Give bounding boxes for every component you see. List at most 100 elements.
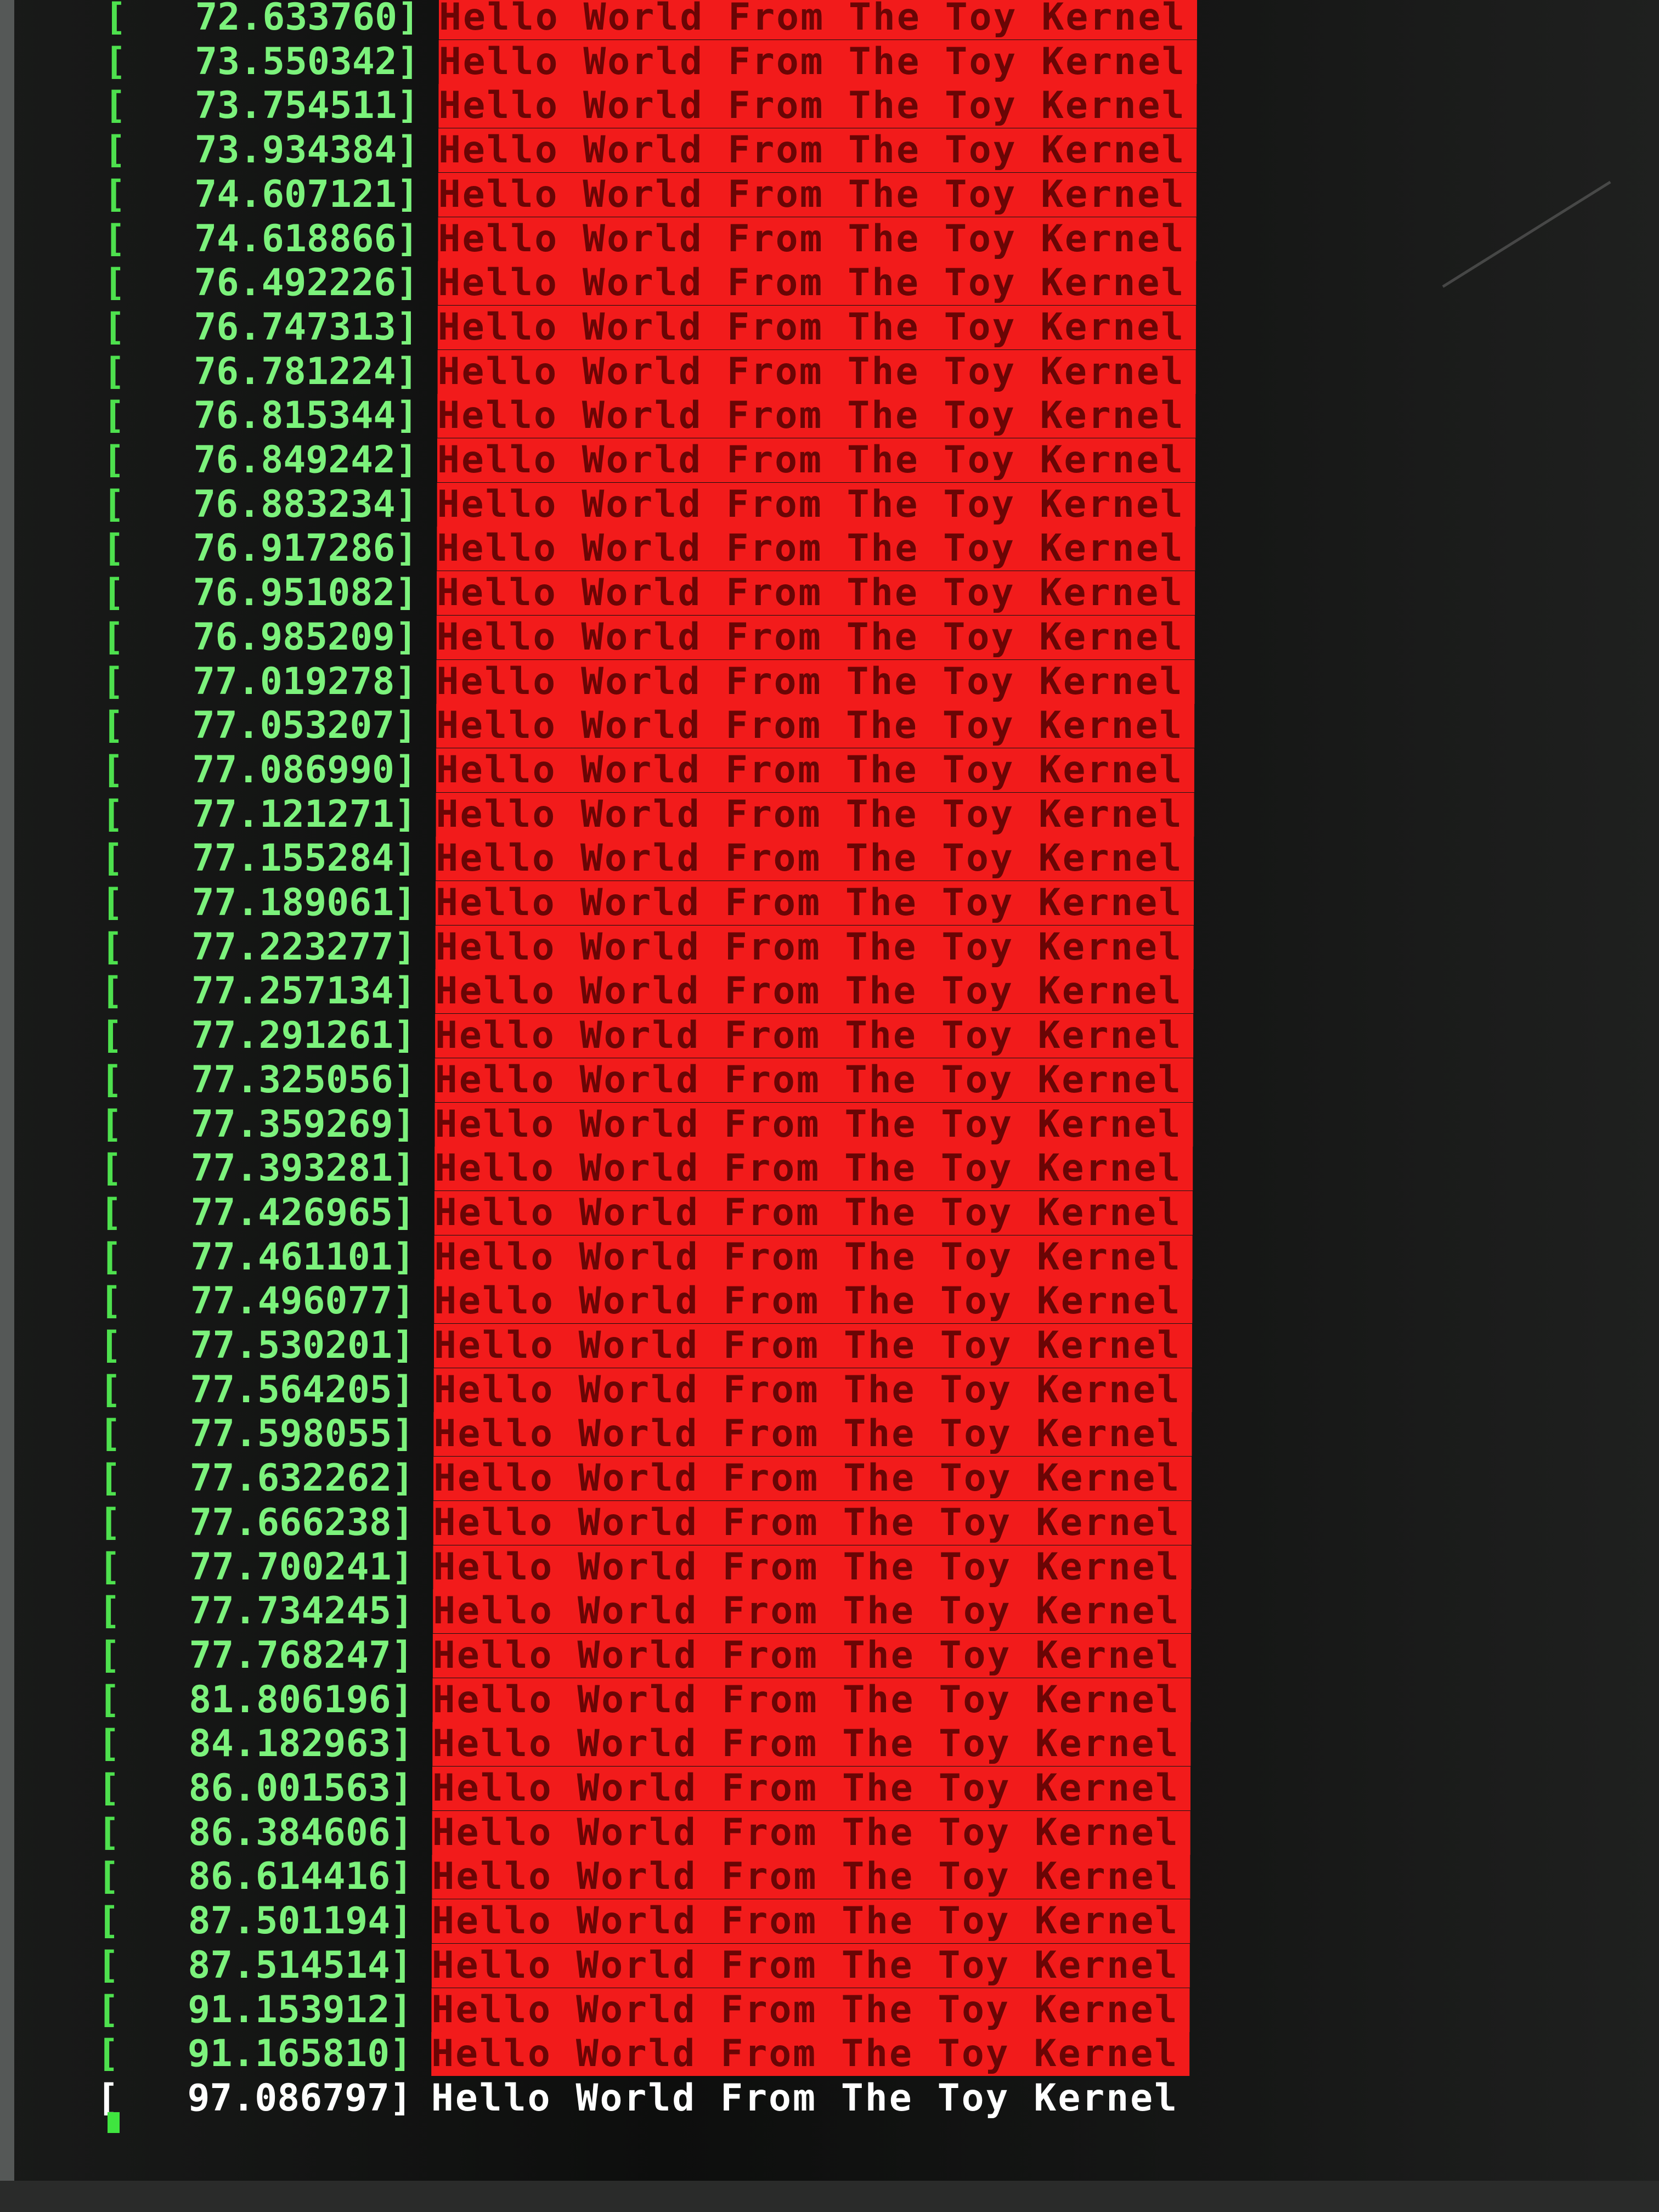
log-bracket: [ [100,969,123,1013]
log-line: [86.614416] Hello World From The Toy Kern… [0,1855,1200,1899]
log-bracket: [ [103,349,126,393]
log-bracket: [ [101,881,123,924]
log-bracket: [ [98,1767,120,1810]
log-message: Hello World From The Toy Kernel [432,1855,1190,1899]
log-line: [77.768247] Hello World From The Toy Kern… [0,1633,1201,1678]
log-bracket: [ [101,748,124,792]
log-timestamp: 77.768247] [189,1633,414,1677]
log-line: [86.001563] Hello World From The Toy Kern… [0,1767,1200,1810]
log-timestamp: 77.257134] [191,969,416,1013]
log-timestamp: 77.461101] [190,1235,415,1279]
log-line: [87.501194] Hello World From The Toy Kern… [0,1899,1200,1944]
log-timestamp: 77.086990] [192,748,417,792]
log-timestamp: 74.607121] [194,172,419,216]
log-timestamp: 76.781224] [194,349,419,393]
log-timestamp: 77.734245] [189,1589,414,1633]
log-line: [77.393281] Hello World From The Toy Kern… [0,1147,1203,1191]
log-line: [77.086990] Hello World From The Toy Kern… [0,748,1204,792]
log-line: [91.165810] Hello World From The Toy Kern… [0,2032,1199,2076]
log-line: [91.153912] Hello World From The Toy Kern… [0,1988,1200,2032]
log-timestamp: 76.917286] [193,527,418,571]
log-message: Hello World From The Toy Kernel [434,1324,1193,1368]
log-message: Hello World From The Toy Kernel [435,1147,1193,1191]
log-line: [73.934384] Hello World From The Toy Kern… [0,128,1206,173]
log-bracket: [ [100,1058,123,1102]
log-line: [77.223277] Hello World From The Toy Kern… [0,925,1204,969]
log-timestamp: 77.666238] [189,1500,414,1544]
log-message: Hello World From The Toy Kernel [434,1279,1193,1324]
log-bracket: [ [104,40,127,83]
log-line: [77.530201] Hello World From The Toy Kern… [0,1324,1202,1368]
log-timestamp: 77.393281] [190,1147,416,1190]
log-message: Hello World From The Toy Kernel [437,305,1197,349]
log-message: Hello World From The Toy Kernel [438,128,1197,173]
log-bracket: [ [103,438,125,482]
log-line: [77.053207] Hello World From The Toy Kern… [0,704,1204,748]
log-line: [76.492226] Hello World From The Toy Kern… [0,261,1206,306]
log-bracket: [ [101,615,125,659]
log-message: Hello World From The Toy Kernel [436,881,1194,925]
log-timestamp: 76.849242] [193,438,418,482]
log-timestamp: 87.514514] [188,1943,413,1987]
log-bracket: [ [97,1899,120,1943]
log-message: Hello World From The Toy Kernel [437,527,1195,571]
log-bracket: [ [102,527,125,571]
log-bracket: [ [103,217,126,261]
log-line: [81.806196] Hello World From The Toy Kern… [0,1678,1201,1722]
log-message: Hello World From The Toy Kernel [437,349,1196,394]
log-line: [76.951082] Hello World From The Toy Kern… [0,571,1205,616]
log-timestamp: 81.806196] [189,1678,414,1722]
log-message: Hello World From The Toy Kernel [435,1058,1193,1102]
log-timestamp: 73.754511] [194,84,420,128]
log-message: Hello World From The Toy Kernel [433,1589,1192,1634]
log-bracket: [ [100,925,123,969]
log-timestamp: 77.223277] [191,925,416,969]
log-timestamp: 77.053207] [192,704,417,748]
log-line: [72.633760] Hello World From The Toy Kern… [0,0,1207,40]
log-bracket: [ [104,128,127,172]
log-line: [77.734245] Hello World From The Toy Kern… [0,1589,1201,1634]
log-timestamp: 76.747313] [194,305,419,349]
log-line: [77.121271] Hello World From The Toy Kern… [0,792,1204,837]
log-timestamp: 91.165810] [187,2032,413,2076]
log-bracket: [ [100,1014,123,1058]
log-bracket: [ [99,1324,122,1367]
log-message: Hello World From The Toy Kernel [433,1368,1192,1412]
log-bracket: [ [97,1943,120,1987]
log-bracket: [ [97,1855,120,1899]
log-line: [76.883234] Hello World From The Toy Kern… [0,482,1205,527]
log-line-last: [97.086797] Hello World From The Toy Kern… [0,2076,1199,2120]
log-timestamp: 86.614416] [188,1855,413,1899]
log-message: Hello World From The Toy Kernel [435,925,1194,969]
log-message: Hello World From The Toy Kernel [436,704,1195,748]
monitor-bezel-bottom [0,2181,1659,2212]
log-message: Hello World From The Toy Kernel [431,2076,1179,2120]
log-bracket: [ [102,482,125,526]
log-timestamp: 77.426965] [190,1190,415,1234]
log-timestamp: 74.618866] [194,217,419,261]
log-bracket: [ [99,1235,122,1279]
console-screen: [72.633760] Hello World From The Toy Kern… [0,0,1659,2212]
log-message: Hello World From The Toy Kernel [431,1943,1190,1988]
log-timestamp: 77.530201] [190,1324,415,1367]
log-message: Hello World From The Toy Kernel [439,0,1198,40]
log-message: Hello World From The Toy Kernel [434,1235,1193,1279]
log-message: Hello World From The Toy Kernel [433,1545,1192,1589]
log-line: [84.182963] Hello World From The Toy Kern… [0,1722,1200,1767]
log-message: Hello World From The Toy Kernel [436,659,1195,704]
log-timestamp: 77.291261] [191,1014,416,1058]
log-timestamp: 86.384606] [188,1810,413,1854]
log-message: Hello World From The Toy Kernel [437,394,1196,438]
log-line: [76.747313] Hello World From The Toy Kern… [0,305,1206,349]
log-timestamp: 76.815344] [193,394,419,438]
log-message: Hello World From The Toy Kernel [438,84,1197,128]
log-bracket: [ [103,305,126,349]
log-line: [77.461101] Hello World From The Toy Kern… [0,1235,1203,1279]
log-message: Hello World From The Toy Kernel [437,438,1196,482]
log-timestamp: 77.564205] [190,1368,415,1412]
terminal-cursor[interactable] [108,2112,120,2133]
log-line: [76.917286] Hello World From The Toy Kern… [0,527,1205,571]
log-bracket: [ [98,1500,121,1544]
log-line: [77.598055] Hello World From The Toy Kern… [0,1412,1201,1457]
log-line: [77.019278] Hello World From The Toy Kern… [0,659,1205,704]
